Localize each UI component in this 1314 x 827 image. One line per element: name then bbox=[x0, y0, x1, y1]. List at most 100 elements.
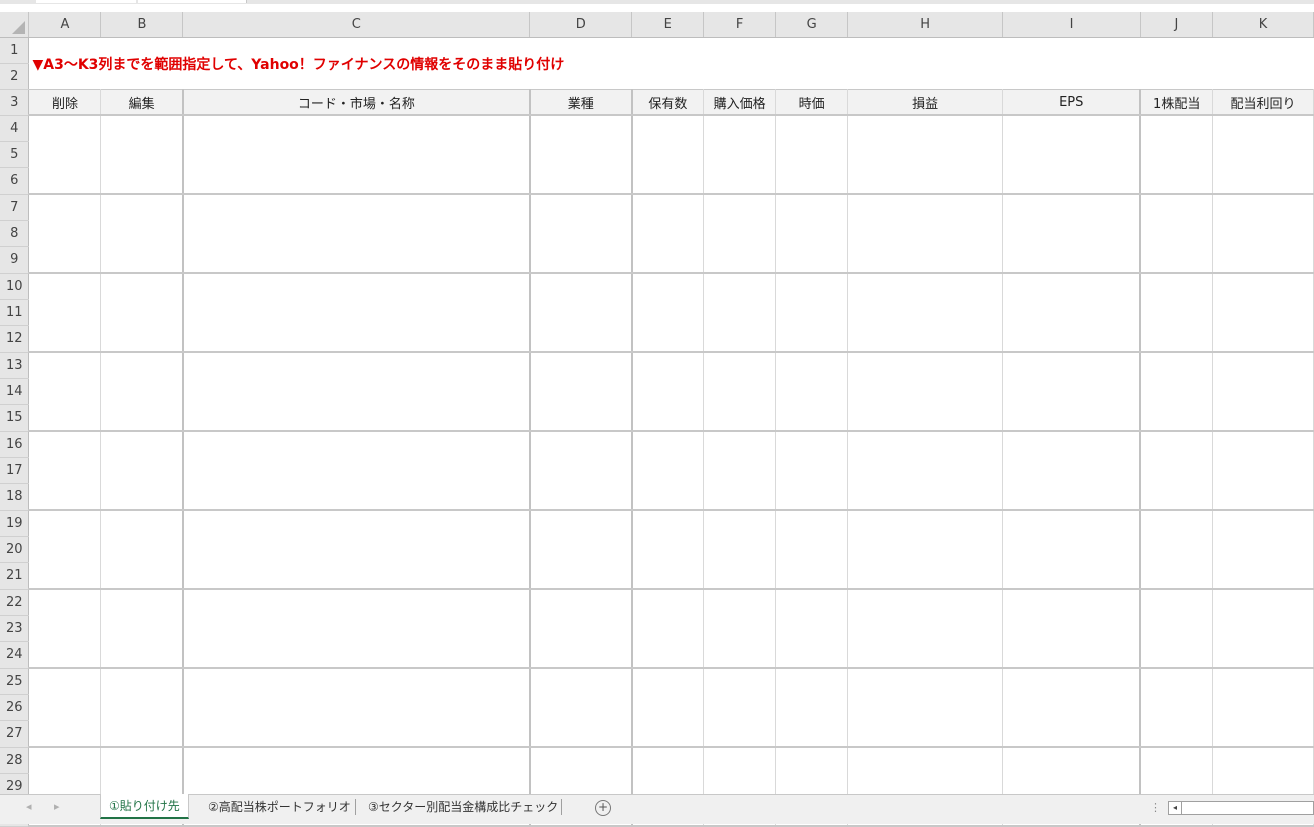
cell[interactable] bbox=[100, 378, 184, 405]
cell[interactable] bbox=[1002, 246, 1142, 274]
cell[interactable] bbox=[847, 510, 1004, 537]
cell[interactable] bbox=[28, 220, 102, 247]
cell[interactable] bbox=[775, 431, 849, 458]
cell[interactable] bbox=[529, 325, 633, 353]
cell[interactable] bbox=[529, 194, 633, 221]
cell[interactable] bbox=[703, 115, 777, 142]
cell[interactable] bbox=[703, 457, 777, 484]
cell[interactable] bbox=[182, 246, 531, 274]
cell[interactable] bbox=[1212, 668, 1314, 695]
cell[interactable] bbox=[847, 299, 1004, 326]
cell[interactable] bbox=[703, 431, 777, 458]
row-header-17[interactable]: 17 bbox=[0, 457, 30, 484]
cell[interactable] bbox=[847, 694, 1004, 721]
column-header-g[interactable]: G bbox=[775, 12, 849, 38]
cell[interactable] bbox=[847, 220, 1004, 247]
cell[interactable] bbox=[182, 694, 531, 721]
cell[interactable] bbox=[1140, 668, 1213, 695]
cell[interactable] bbox=[775, 510, 849, 537]
cell[interactable] bbox=[631, 378, 705, 405]
cell[interactable] bbox=[100, 141, 184, 168]
cell[interactable] bbox=[100, 668, 184, 695]
cell[interactable] bbox=[100, 536, 184, 563]
cell[interactable] bbox=[775, 325, 849, 353]
cell[interactable] bbox=[28, 194, 102, 221]
cell[interactable] bbox=[775, 194, 849, 221]
cell[interactable] bbox=[100, 483, 184, 511]
row-header-14[interactable]: 14 bbox=[0, 378, 30, 405]
cell[interactable] bbox=[847, 457, 1004, 484]
cell[interactable] bbox=[100, 641, 184, 669]
cell[interactable] bbox=[775, 720, 849, 748]
cell[interactable] bbox=[1002, 747, 1142, 774]
cell[interactable] bbox=[1212, 483, 1314, 511]
cell[interactable] bbox=[847, 273, 1004, 300]
row-header-12[interactable]: 12 bbox=[0, 325, 30, 353]
cell[interactable] bbox=[631, 404, 705, 432]
cell[interactable] bbox=[529, 352, 633, 379]
column-header-i[interactable]: I bbox=[1002, 12, 1141, 38]
row-header-21[interactable]: 21 bbox=[0, 562, 30, 590]
cell[interactable] bbox=[1002, 536, 1142, 563]
cell[interactable] bbox=[1212, 404, 1314, 432]
cell[interactable] bbox=[847, 404, 1004, 432]
cell[interactable] bbox=[1002, 325, 1142, 353]
cell[interactable] bbox=[1212, 115, 1314, 142]
cell[interactable] bbox=[631, 220, 705, 247]
cell[interactable] bbox=[28, 536, 102, 563]
cell[interactable] bbox=[182, 457, 531, 484]
row-header-19[interactable]: 19 bbox=[0, 510, 30, 537]
cell[interactable] bbox=[631, 641, 705, 669]
cell[interactable] bbox=[182, 115, 531, 142]
row-header-4[interactable]: 4 bbox=[0, 115, 30, 142]
cell[interactable] bbox=[1002, 510, 1142, 537]
cell[interactable] bbox=[100, 220, 184, 247]
cell[interactable] bbox=[529, 404, 633, 432]
row-header-6[interactable]: 6 bbox=[0, 167, 30, 195]
cell[interactable] bbox=[28, 246, 102, 274]
cell[interactable] bbox=[1002, 273, 1142, 300]
column-header-h[interactable]: H bbox=[847, 12, 1004, 38]
cell[interactable] bbox=[847, 325, 1004, 353]
header-cell-dividend-yield[interactable]: 配当利回り bbox=[1212, 89, 1314, 116]
cell[interactable] bbox=[847, 747, 1004, 774]
cell[interactable] bbox=[28, 404, 102, 432]
cell[interactable] bbox=[847, 167, 1004, 195]
cell[interactable] bbox=[703, 194, 777, 221]
cell[interactable] bbox=[631, 141, 705, 168]
cell[interactable] bbox=[631, 694, 705, 721]
cell[interactable] bbox=[28, 457, 102, 484]
row-header-20[interactable]: 20 bbox=[0, 536, 30, 563]
column-header-e[interactable]: E bbox=[631, 12, 705, 38]
cell[interactable] bbox=[847, 562, 1004, 590]
cell[interactable] bbox=[1212, 194, 1314, 221]
column-header-a[interactable]: A bbox=[28, 12, 102, 38]
row-header-3[interactable]: 3 bbox=[0, 89, 30, 116]
cell[interactable] bbox=[529, 720, 633, 748]
cell[interactable] bbox=[1002, 141, 1142, 168]
cell[interactable] bbox=[1212, 246, 1314, 274]
cell[interactable] bbox=[703, 641, 777, 669]
cell[interactable] bbox=[847, 431, 1004, 458]
cell[interactable] bbox=[1002, 220, 1142, 247]
cell[interactable] bbox=[100, 457, 184, 484]
cell[interactable] bbox=[631, 510, 705, 537]
cell[interactable] bbox=[1140, 747, 1213, 774]
cell[interactable] bbox=[1140, 194, 1213, 221]
cell[interactable] bbox=[631, 352, 705, 379]
cell[interactable] bbox=[529, 115, 633, 142]
cell[interactable] bbox=[847, 668, 1004, 695]
cell[interactable] bbox=[775, 668, 849, 695]
sheet-tab-1[interactable]: ①貼り付け先 bbox=[100, 794, 189, 819]
cell[interactable] bbox=[182, 404, 531, 432]
cell[interactable] bbox=[1212, 167, 1314, 195]
cell[interactable] bbox=[1212, 457, 1314, 484]
cell[interactable] bbox=[775, 562, 849, 590]
cell[interactable] bbox=[182, 720, 531, 748]
cell[interactable] bbox=[1140, 536, 1213, 563]
cell[interactable] bbox=[1140, 404, 1213, 432]
cell[interactable] bbox=[703, 668, 777, 695]
instruction-text[interactable]: ▼A3～K3列までを範囲指定して、Yahoo！ファイナンスの情報をそのまま貼り付… bbox=[29, 38, 1314, 90]
cell[interactable] bbox=[182, 273, 531, 300]
cell[interactable] bbox=[847, 483, 1004, 511]
